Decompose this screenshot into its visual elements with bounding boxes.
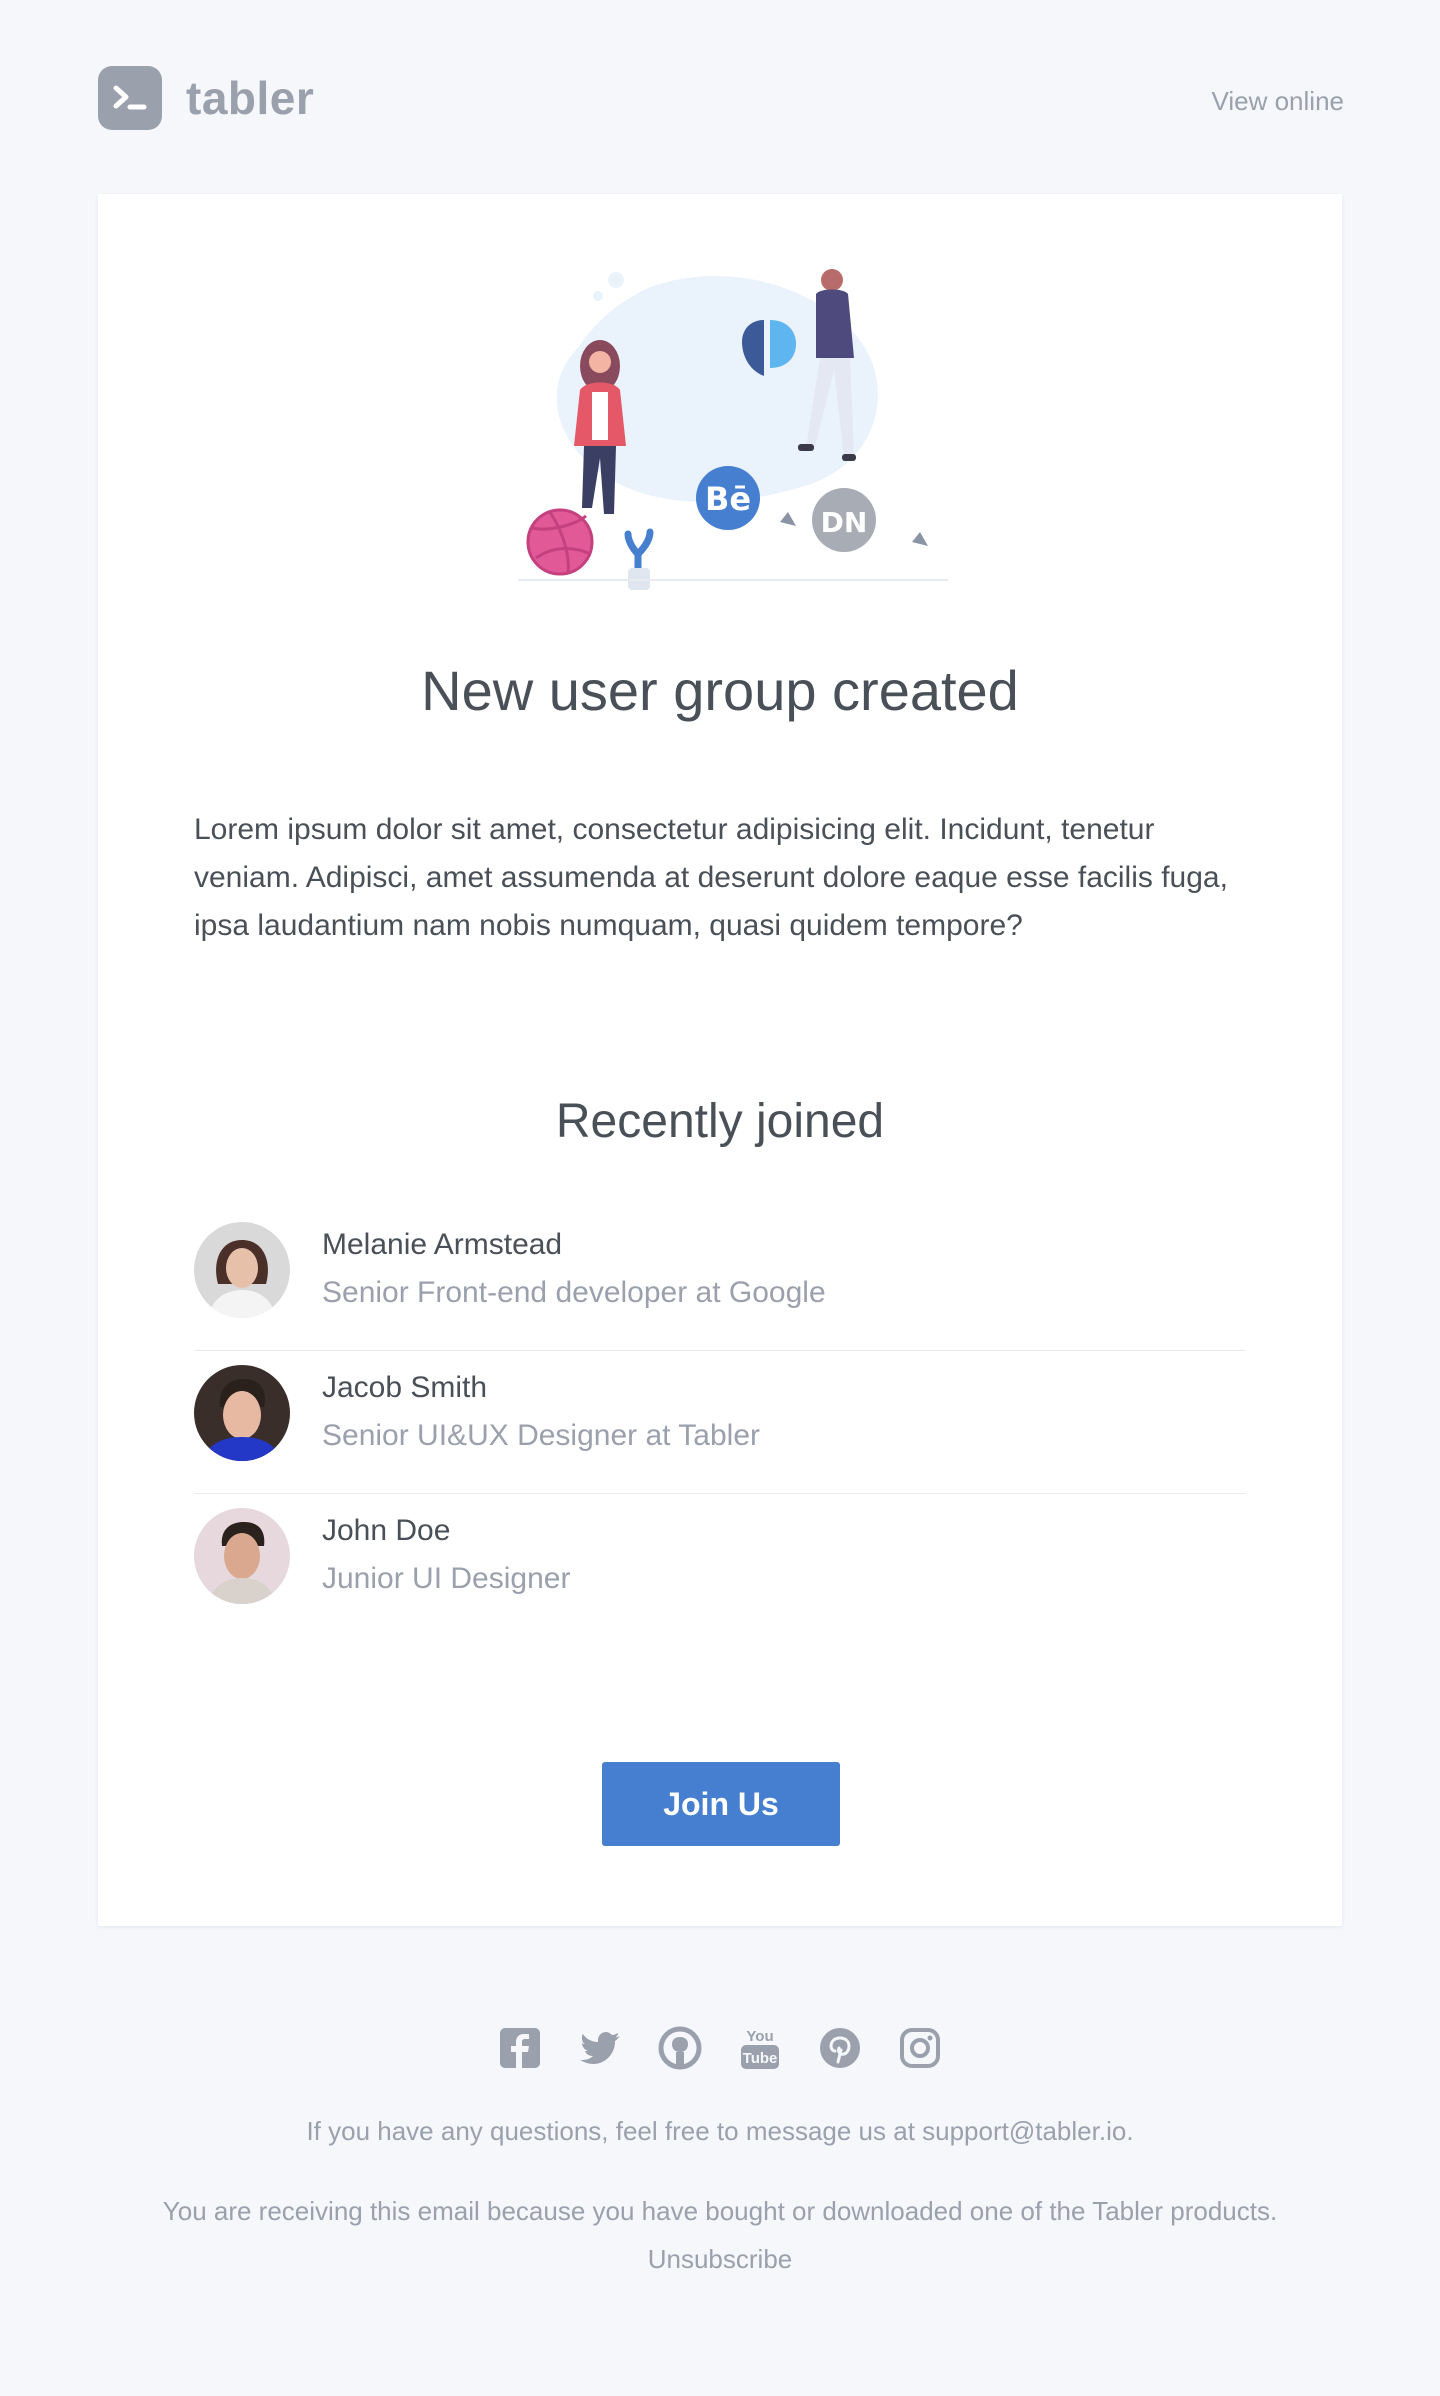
brand-name: tabler	[186, 72, 315, 124]
people-illustration: Bē DN	[518, 269, 948, 590]
tabler-logo[interactable]: tabler	[98, 66, 314, 130]
members-list: Melanie Armstead Senior Front-end develo…	[194, 1208, 1246, 1636]
unsubscribe-link[interactable]: Unsubscribe	[648, 2244, 793, 2274]
pinterest-icon[interactable]	[818, 2026, 862, 2070]
member-role: Junior UI Designer	[322, 1562, 571, 1595]
twitter-icon[interactable]	[578, 2026, 622, 2070]
view-online-link[interactable]: View online	[1211, 86, 1344, 117]
avatar	[194, 1508, 290, 1604]
svg-text:You: You	[746, 2028, 773, 2045]
member-name: Melanie Armstead	[322, 1228, 563, 1261]
email-title: New user group created	[421, 659, 1019, 722]
behance-badge: Bē	[705, 480, 751, 518]
avatar	[194, 1365, 290, 1461]
instagram-icon[interactable]	[898, 2026, 942, 2070]
list-item: Melanie Armstead Senior Front-end develo…	[194, 1208, 1246, 1351]
social-links: You Tube	[0, 2026, 1440, 2070]
email-header: tabler View online	[98, 66, 1344, 130]
member-name: Jacob Smith	[322, 1371, 488, 1404]
email-body: Lorem ipsum dolor sit amet, consectetur …	[194, 813, 1228, 942]
facebook-icon[interactable]	[498, 2026, 542, 2070]
receiving-note: You are receiving this email because you…	[162, 2196, 1278, 2226]
member-name: John Doe	[322, 1514, 451, 1547]
dn-badge: DN	[821, 506, 868, 539]
youtube-icon[interactable]: You Tube	[738, 2026, 782, 2070]
svg-text:Tube: Tube	[743, 2050, 778, 2067]
list-item: Jacob Smith Senior UI&UX Designer at Tab…	[194, 1351, 1246, 1494]
avatar	[194, 1222, 290, 1318]
email-card: Bē DN New user group created Lorem ipsum…	[98, 194, 1342, 1926]
terminal-icon	[98, 66, 162, 130]
support-note: If you have any questions, feel free to …	[306, 2116, 1134, 2146]
github-icon[interactable]	[658, 2026, 702, 2070]
member-role: Senior Front-end developer at Google	[322, 1276, 826, 1309]
join-us-button[interactable]: Join Us	[602, 1762, 840, 1846]
list-item: John Doe Junior UI Designer	[194, 1494, 1246, 1636]
unsubscribe-row: Unsubscribe	[0, 2244, 1440, 2275]
member-role: Senior UI&UX Designer at Tabler	[322, 1419, 760, 1452]
recently-joined-title: Recently joined	[555, 1095, 885, 1148]
